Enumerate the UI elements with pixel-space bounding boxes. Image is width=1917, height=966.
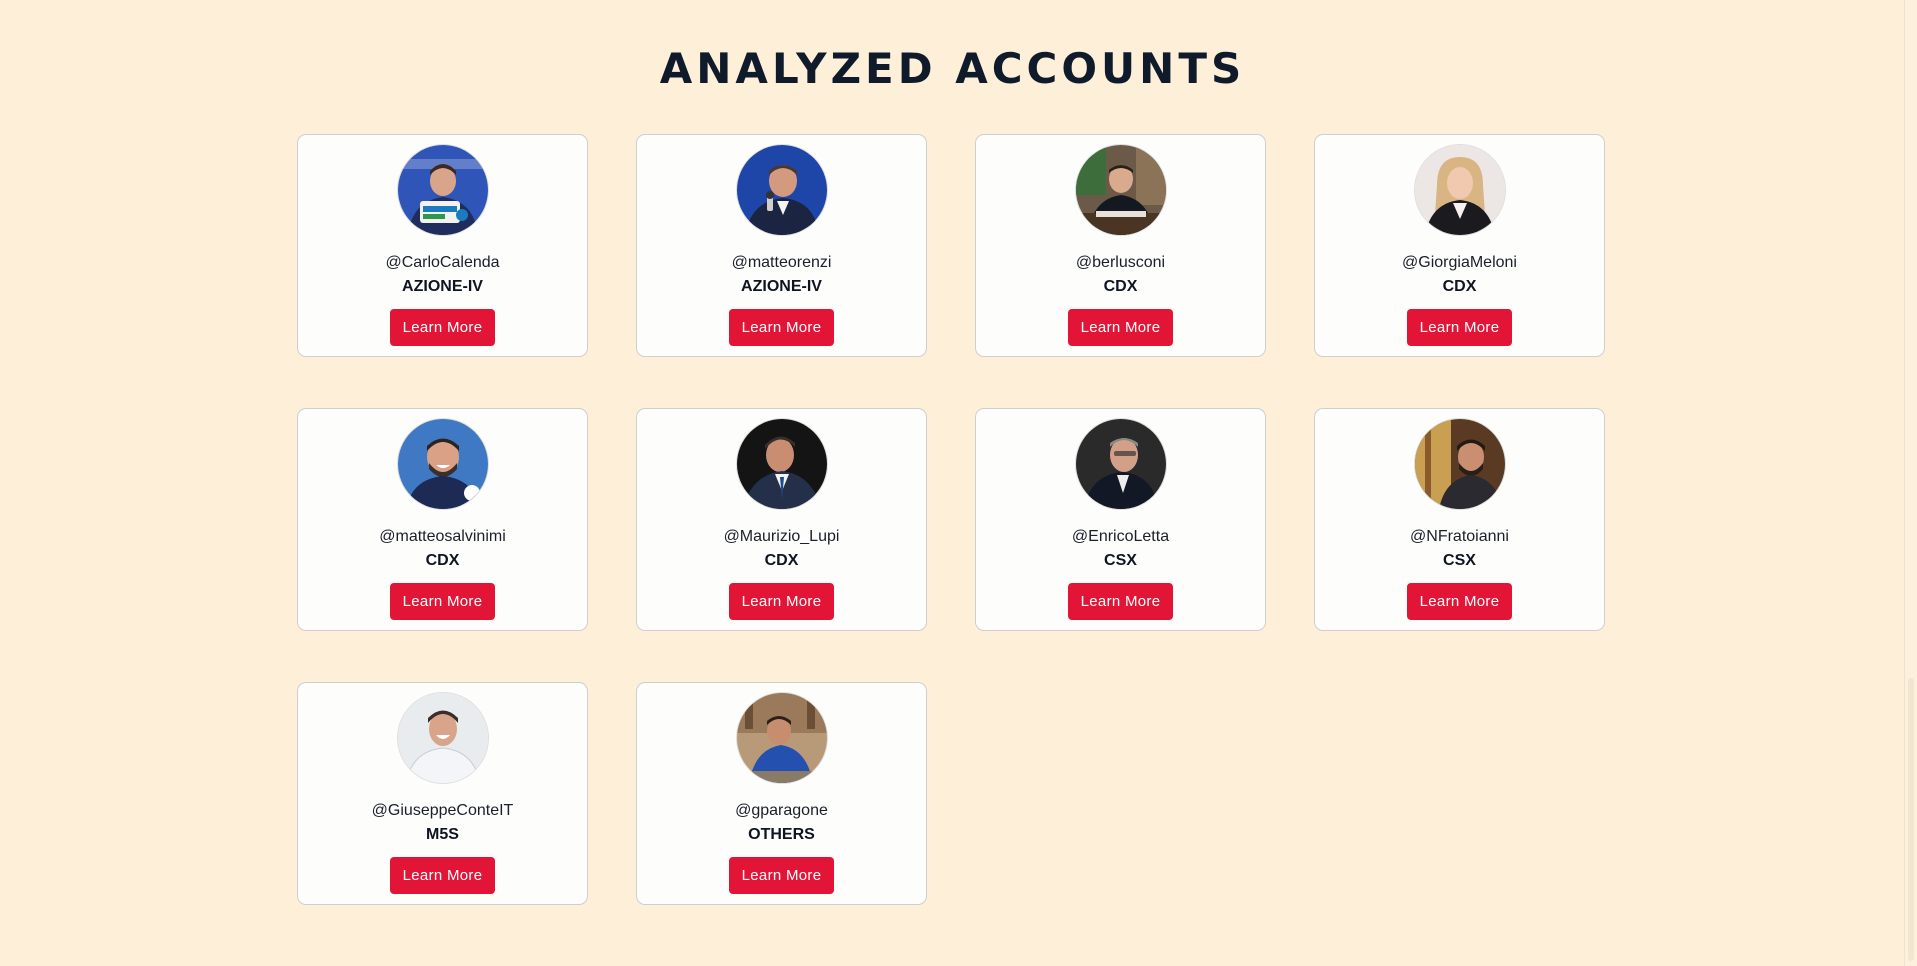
account-card: @NFratoianni CSX Learn More <box>1314 408 1605 631</box>
avatar <box>397 145 488 235</box>
learn-more-button[interactable]: Learn More <box>728 309 835 346</box>
account-card: @GiorgiaMeloni CDX Learn More <box>1314 134 1605 357</box>
learn-more-button[interactable]: Learn More <box>389 857 496 894</box>
vertical-scrollbar[interactable] <box>1904 0 1917 966</box>
avatar <box>1075 145 1166 235</box>
account-card: @gparagone OTHERS Learn More <box>636 682 927 905</box>
avatar <box>1414 145 1505 235</box>
account-party: AZIONE-IV <box>402 278 483 295</box>
scrollbar-thumb[interactable] <box>1908 678 1914 961</box>
account-party: M5S <box>426 826 459 843</box>
account-party: CDX <box>1442 278 1477 295</box>
account-party: AZIONE-IV <box>741 278 822 295</box>
learn-more-button[interactable]: Learn More <box>728 583 835 620</box>
account-card: @matteorenzi AZIONE-IV Learn More <box>636 134 927 357</box>
avatar <box>397 693 488 783</box>
account-handle: @GiuseppeConteIT <box>371 802 514 819</box>
account-card: @Maurizio_Lupi CDX Learn More <box>636 408 927 631</box>
account-handle: @matteorenzi <box>731 254 832 271</box>
learn-more-button[interactable]: Learn More <box>1067 583 1174 620</box>
account-handle: @CarloCalenda <box>385 254 500 271</box>
learn-more-button[interactable]: Learn More <box>1406 309 1513 346</box>
account-handle: @GiorgiaMeloni <box>1402 254 1517 271</box>
account-card: @EnricoLetta CSX Learn More <box>975 408 1266 631</box>
avatar <box>736 145 827 235</box>
learn-more-button[interactable]: Learn More <box>389 309 496 346</box>
account-party: CDX <box>764 552 799 569</box>
account-handle: @Maurizio_Lupi <box>723 528 840 545</box>
avatar <box>736 693 827 783</box>
account-handle: @EnricoLetta <box>1071 528 1170 545</box>
account-party: OTHERS <box>748 826 815 843</box>
avatar <box>736 419 827 509</box>
account-party: CSX <box>1104 552 1137 569</box>
learn-more-button[interactable]: Learn More <box>728 857 835 894</box>
avatar <box>397 419 488 509</box>
learn-more-button[interactable]: Learn More <box>1067 309 1174 346</box>
account-party: CSX <box>1443 552 1476 569</box>
avatar <box>1414 419 1505 509</box>
learn-more-button[interactable]: Learn More <box>1406 583 1513 620</box>
account-card: @CarloCalenda AZIONE-IV Learn More <box>297 134 588 357</box>
account-card: @matteosalvinimi CDX Learn More <box>297 408 588 631</box>
avatar <box>1075 419 1166 509</box>
page: ANALYZED ACCOUNTS @CarloCalenda AZIONE-I… <box>0 0 1917 966</box>
account-party: CDX <box>425 552 460 569</box>
page-title: ANALYZED ACCOUNTS <box>659 44 1246 93</box>
account-handle: @berlusconi <box>1075 254 1166 271</box>
learn-more-button[interactable]: Learn More <box>389 583 496 620</box>
account-handle: @matteosalvinimi <box>379 528 506 545</box>
account-card: @GiuseppeConteIT M5S Learn More <box>297 682 588 905</box>
account-party: CDX <box>1103 278 1138 295</box>
accounts-grid: @CarloCalenda AZIONE-IV Learn More @matt… <box>297 134 1607 905</box>
account-handle: @NFratoianni <box>1410 528 1509 545</box>
account-card: @berlusconi CDX Learn More <box>975 134 1266 357</box>
account-handle: @gparagone <box>735 802 828 819</box>
